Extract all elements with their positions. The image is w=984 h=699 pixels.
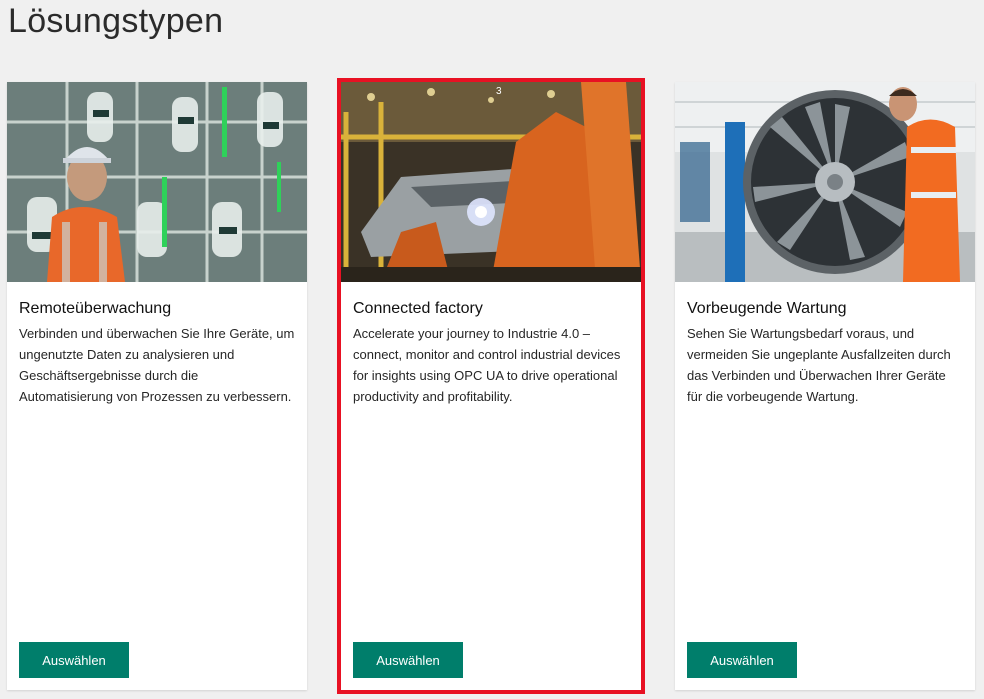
page-title: Lösungstypen (8, 2, 224, 40)
connected-factory-image: 3 (341, 82, 641, 282)
predictive-maintenance-image (675, 82, 975, 282)
card-description: Verbinden und überwachen Sie Ihre Geräte… (19, 326, 295, 404)
card-description: Sehen Sie Wartungsbedarf voraus, und ver… (687, 326, 951, 404)
card-description: Accelerate your journey to Industrie 4.0… (353, 326, 621, 404)
svg-text:3: 3 (496, 86, 502, 97)
select-button[interactable]: Auswählen (687, 642, 797, 678)
solution-card-connected-factory[interactable]: 3 Connected factory Accelerate your jour… (337, 78, 645, 694)
card-title: Remoteüberwachung (19, 300, 172, 317)
card-title: Connected factory (353, 300, 483, 317)
remote-monitoring-image (7, 82, 307, 282)
select-button[interactable]: Auswählen (19, 642, 129, 678)
card-title: Vorbeugende Wartung (687, 300, 847, 317)
solution-card-remote-monitoring[interactable]: Remoteüberwachung Verbinden und überwach… (7, 82, 307, 690)
solution-card-predictive-maintenance[interactable]: Vorbeugende Wartung Sehen Sie Wartungsbe… (675, 82, 975, 690)
select-button[interactable]: Auswählen (353, 642, 463, 678)
